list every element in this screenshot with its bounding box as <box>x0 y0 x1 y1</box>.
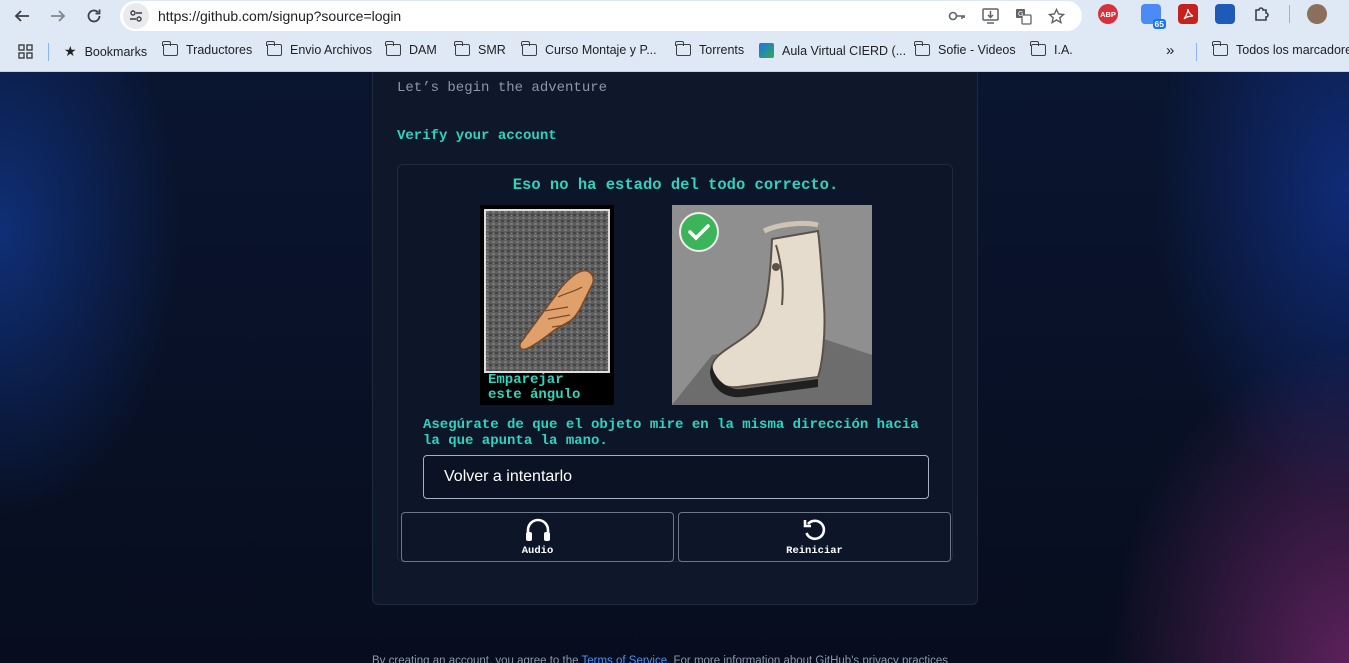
bookmark-dam[interactable]: DAM <box>385 41 437 57</box>
site-info-button[interactable] <box>123 3 149 29</box>
cierd-favicon <box>759 43 774 58</box>
bookmark-sofie-videos[interactable]: Sofie - Videos <box>914 41 1016 57</box>
hand-reference-image <box>484 209 610 373</box>
menu-kebab-icon[interactable]: ⋮ <box>1342 5 1349 23</box>
browser-toolbar: https://github.com/signup?source=login G… <box>0 0 1349 33</box>
bookmarks-bar: ★ Bookmarks Traductores Envio Archivos D… <box>0 33 1349 72</box>
audio-button[interactable]: Audio <box>401 512 674 562</box>
folder-icon <box>675 41 691 56</box>
forward-button[interactable] <box>47 5 69 27</box>
profile-avatar[interactable] <box>1307 4 1327 24</box>
folder-icon <box>162 41 178 56</box>
url-text[interactable]: https://github.com/signup?source=login <box>158 8 401 24</box>
tagline: Let’s begin the adventure <box>397 80 608 96</box>
extension-badge-icon[interactable]: 65 <box>1141 4 1166 29</box>
folder-icon <box>454 41 470 56</box>
forward-arrow-icon <box>51 10 66 22</box>
footer-legal-text: By creating an account, you agree to the… <box>372 655 948 663</box>
reset-button[interactable]: Reiniciar <box>678 512 951 562</box>
reset-label: Reiniciar <box>786 545 843 557</box>
password-key-icon[interactable] <box>947 6 967 26</box>
star-icon: ★ <box>64 43 77 59</box>
bookmark-torrents[interactable]: Torrents <box>675 41 744 57</box>
object-rotation-image[interactable] <box>672 205 872 405</box>
install-app-icon[interactable] <box>980 6 1000 26</box>
extensions-puzzle-icon[interactable] <box>1252 4 1272 24</box>
toolbar-divider <box>1289 5 1290 23</box>
bookmarks-divider-right <box>1196 43 1197 61</box>
reload-button[interactable] <box>83 5 105 27</box>
back-arrow-icon <box>14 10 29 22</box>
hand-caption: Emparejar este ángulo <box>488 372 581 403</box>
retry-button[interactable]: Volver a intentarlo <box>423 455 929 499</box>
back-button[interactable] <box>11 5 33 27</box>
address-bar[interactable]: https://github.com/signup?source=login G <box>120 1 1082 31</box>
check-badge-icon <box>679 212 719 252</box>
more-bookmarks-chevron-icon[interactable]: » <box>1166 42 1174 59</box>
headphones-icon <box>525 518 550 541</box>
extension-badge-count: 65 <box>1152 19 1166 29</box>
reload-icon <box>87 9 101 23</box>
apps-grid-icon[interactable] <box>18 44 33 59</box>
captcha-instructions: Asegúrate de que el objeto mire en la mi… <box>423 417 919 449</box>
bookmark-all-bookmarks[interactable]: Todos los marcadores <box>1212 41 1349 57</box>
tune-icon <box>130 10 142 22</box>
page-background: Let’s begin the adventure Verify your ac… <box>0 72 1349 663</box>
audio-label: Audio <box>521 545 554 557</box>
bookmark-star-icon[interactable] <box>1046 6 1066 26</box>
terms-link[interactable]: Terms of Service <box>581 655 667 663</box>
hand-reference-panel: Emparejar este ángulo <box>480 205 614 405</box>
folder-icon <box>385 41 401 56</box>
folder-icon <box>266 41 282 56</box>
bookmark-extension-icon[interactable] <box>1215 4 1235 24</box>
folder-icon <box>521 41 537 56</box>
svg-text:G: G <box>1018 11 1023 18</box>
bookmark-curso-montaje[interactable]: Curso Montaje y P... <box>521 41 657 57</box>
captcha-error-message: Eso no ha estado del todo correcto. <box>512 176 839 194</box>
pdf-extension-icon[interactable] <box>1178 4 1198 24</box>
bookmark-aula-virtual[interactable]: Aula Virtual CIERD (... <box>759 43 906 58</box>
bookmark-bookmarks[interactable]: ★ Bookmarks <box>64 43 147 60</box>
translate-icon[interactable]: G <box>1013 6 1033 26</box>
bookmark-smr[interactable]: SMR <box>454 41 506 57</box>
bookmark-ia[interactable]: I.A. <box>1030 41 1073 57</box>
bookmark-traductores[interactable]: Traductores <box>162 41 252 57</box>
folder-icon <box>914 41 930 56</box>
folder-icon <box>1212 41 1228 56</box>
bookmarks-divider <box>48 43 49 61</box>
verify-title: Verify your account <box>397 128 557 144</box>
restart-icon <box>803 519 825 541</box>
folder-icon <box>1030 41 1046 56</box>
adblock-plus-icon[interactable]: ABP <box>1098 4 1118 24</box>
bookmark-envio-archivos[interactable]: Envio Archivos <box>266 41 372 57</box>
